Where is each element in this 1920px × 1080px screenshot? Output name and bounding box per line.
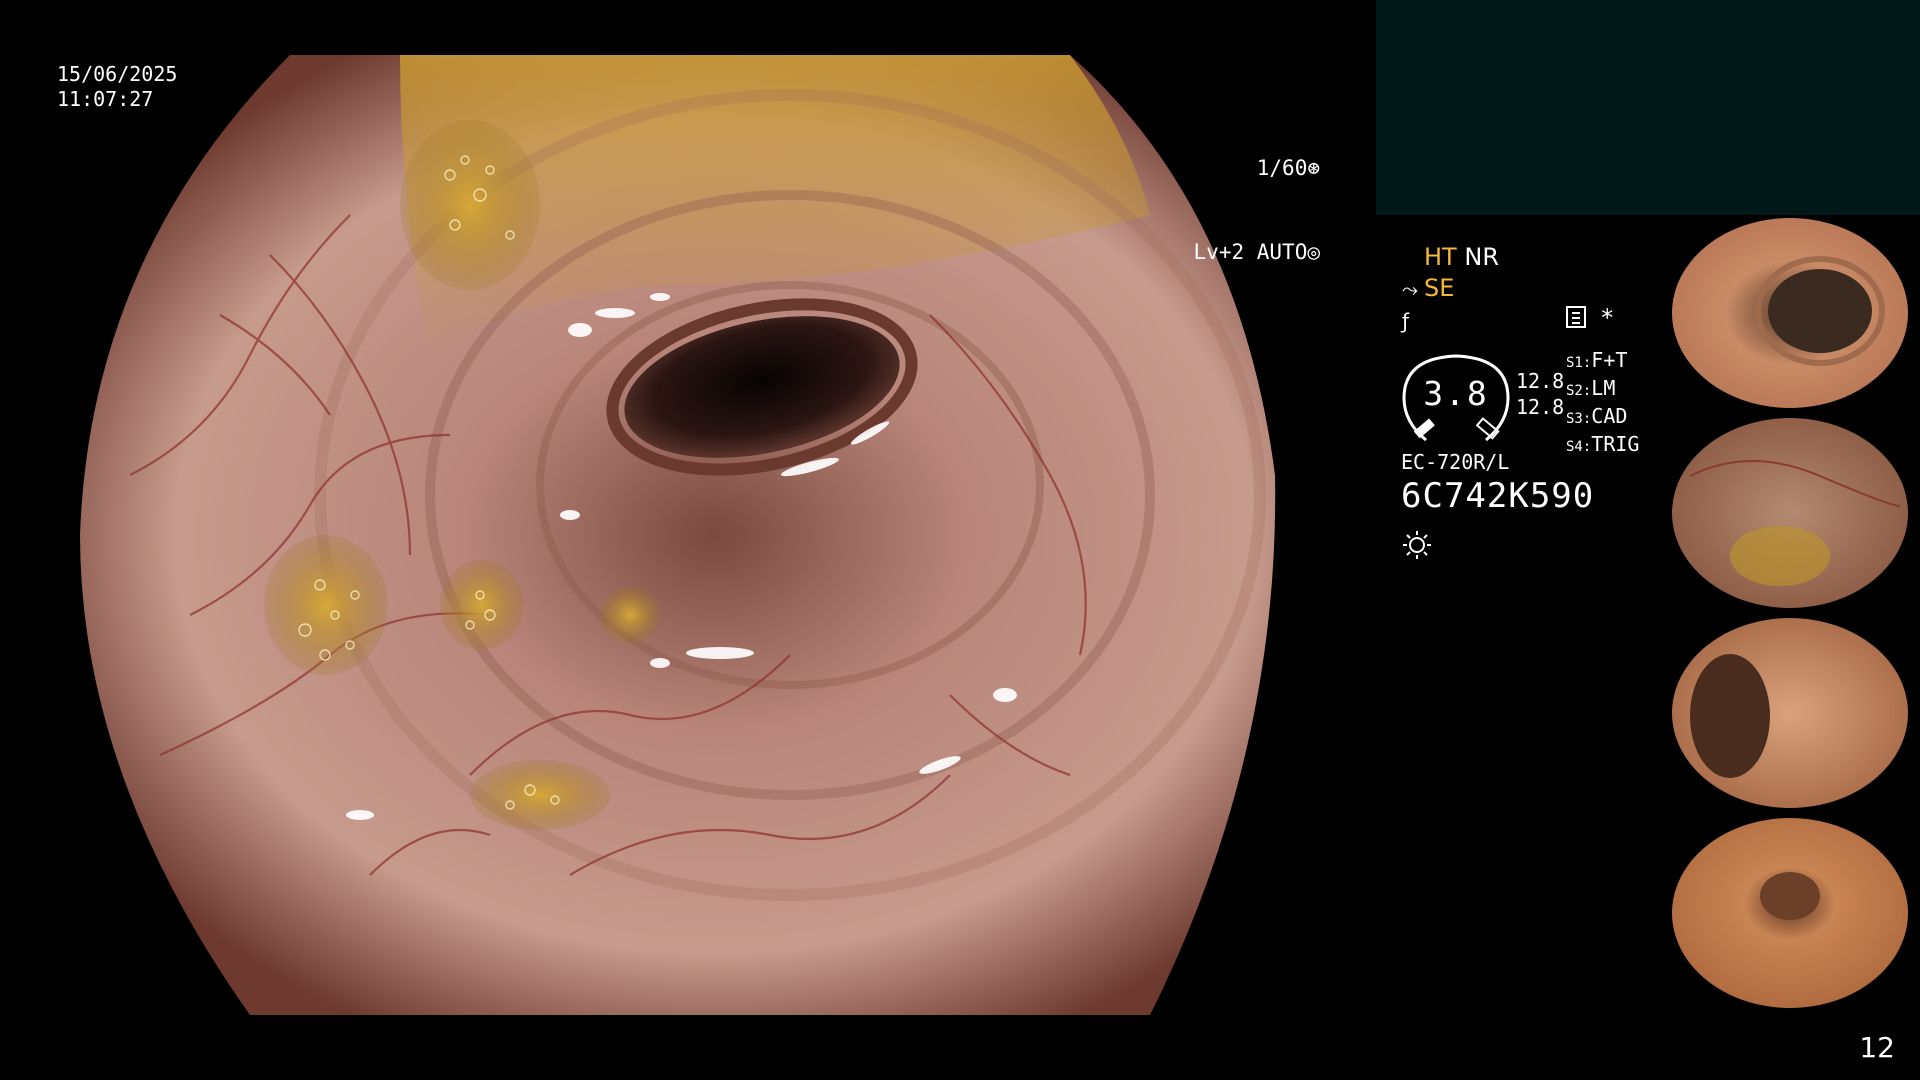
scope-icon: ⤳ <box>1402 277 1418 301</box>
iris-icon: ◎ <box>1307 240 1320 264</box>
zoom-gauge: 3.8 <box>1400 352 1512 444</box>
time-label: 11:07:27 <box>57 87 154 111</box>
thumbnail-4[interactable] <box>1670 816 1920 1012</box>
light-icon <box>1402 530 1432 560</box>
image-mode-indicators: HT NR ⤳ SE ƒ <box>1402 242 1499 337</box>
level-label: Lv+2 <box>1193 240 1245 264</box>
nr-mode: NR <box>1464 243 1499 271</box>
endoscope-live-view <box>70 55 1310 1015</box>
thumbnail-1[interactable] <box>1670 216 1920 412</box>
switch-setting-3: S3:CAD <box>1566 404 1628 428</box>
shutter-label: 1/60 <box>1256 156 1308 180</box>
thumbnail-2[interactable] <box>1670 416 1920 612</box>
date-label: 15/06/2025 <box>57 62 178 86</box>
scope-serial: 6C742K590 <box>1401 476 1595 516</box>
page-number: 12 <box>1859 1031 1895 1064</box>
ht-mode: HT <box>1424 243 1457 271</box>
switch-setting-1: S1:F+T <box>1566 348 1628 372</box>
list-icon <box>1566 306 1586 328</box>
thumbnail-3[interactable] <box>1670 616 1920 812</box>
switch-setting-2: S2:LM <box>1566 376 1616 400</box>
f-slash-icon: ƒ <box>1402 309 1410 333</box>
zoom-side-bottom: 12.8 <box>1516 395 1565 419</box>
zoom-side-top: 12.8 <box>1516 369 1565 393</box>
date-time: 15/06/2025 11:07:27 <box>57 62 177 112</box>
shutter-icon: ⊛ <box>1307 156 1320 180</box>
exposure-mode-label: AUTO <box>1256 240 1308 264</box>
scope-switch-settings: S1:F+T S2:LM S3:CAD S4:TRIG <box>1566 348 1639 460</box>
zoom-side-values: 12.8 12.8 <box>1516 368 1564 420</box>
zoom-value: 3.8 <box>1423 374 1489 413</box>
status-panel <box>1376 0 1920 215</box>
exposure-info: 1/60⊛ Lv+2 AUTO◎ <box>1194 98 1320 294</box>
se-mode: SE <box>1424 274 1455 302</box>
scope-model: EC-720R/L <box>1401 450 1510 474</box>
star-indicator: * <box>1600 304 1615 332</box>
switch-setting-4: S4:TRIG <box>1566 432 1640 456</box>
